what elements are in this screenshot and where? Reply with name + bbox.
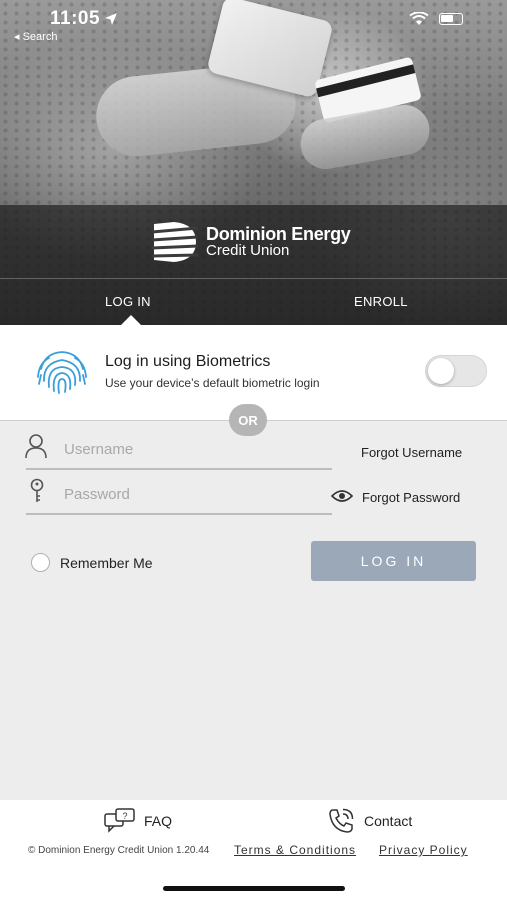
log-in-button[interactable]: LOG IN [311,541,476,581]
hero-image: 11:05 ◂ Search Dominion Energy Credit Un… [0,0,507,325]
location-arrow-icon [105,13,118,25]
forgot-password-link[interactable]: Forgot Password [362,490,460,505]
logo-wordmark: Dominion Energy Credit Union [206,225,351,259]
status-time: 11:05 [50,8,118,30]
status-time-text: 11:05 [50,8,101,29]
toggle-knob [428,358,454,384]
footer: ? FAQ Contact © Dominion Energy Credit U… [0,800,507,900]
password-input[interactable] [64,483,314,505]
phone-call-icon [329,808,354,833]
logo-mark-icon [152,222,198,262]
tab-log-in[interactable]: LOG IN [105,294,151,309]
battery-icon [439,13,463,25]
show-password-eye-icon[interactable] [331,489,353,503]
status-indicators [409,12,463,26]
back-to-search-link[interactable]: ◂ Search [14,30,57,43]
logo-line-1: Dominion Energy [206,224,351,244]
fingerprint-icon [37,351,87,394]
username-input[interactable] [64,438,314,460]
wifi-icon [409,12,429,25]
home-indicator [163,886,345,891]
tab-enroll[interactable]: ENROLL [354,294,408,309]
username-field[interactable] [26,430,332,470]
terms-link[interactable]: Terms & Conditions [234,843,356,857]
biometrics-toggle[interactable] [425,355,487,387]
contact-link[interactable]: Contact [328,808,412,834]
copyright-text: © Dominion Energy Credit Union 1.20.44 [28,845,210,856]
biometrics-title: Log in using Biometrics [105,353,271,370]
biometrics-subtitle: Use your device’s default biometric logi… [105,376,320,390]
privacy-link[interactable]: Privacy Policy [379,843,468,857]
faq-label: FAQ [144,813,173,829]
faq-chat-icon: ? [104,808,135,833]
remember-me-radio[interactable] [31,553,50,572]
contact-label: Contact [364,813,413,829]
logo-line-2: Credit Union [206,242,290,259]
tab-divider [0,278,507,279]
svg-text:?: ? [122,811,127,821]
credit-union-logo: Dominion Energy Credit Union [152,220,351,264]
faq-link[interactable]: ? FAQ [104,808,172,834]
remember-me-label: Remember Me [60,554,153,571]
active-tab-indicator [121,315,141,325]
password-field[interactable] [26,475,332,515]
forgot-username-link[interactable]: Forgot Username [361,445,462,460]
remember-me-option[interactable]: Remember Me [31,553,153,572]
